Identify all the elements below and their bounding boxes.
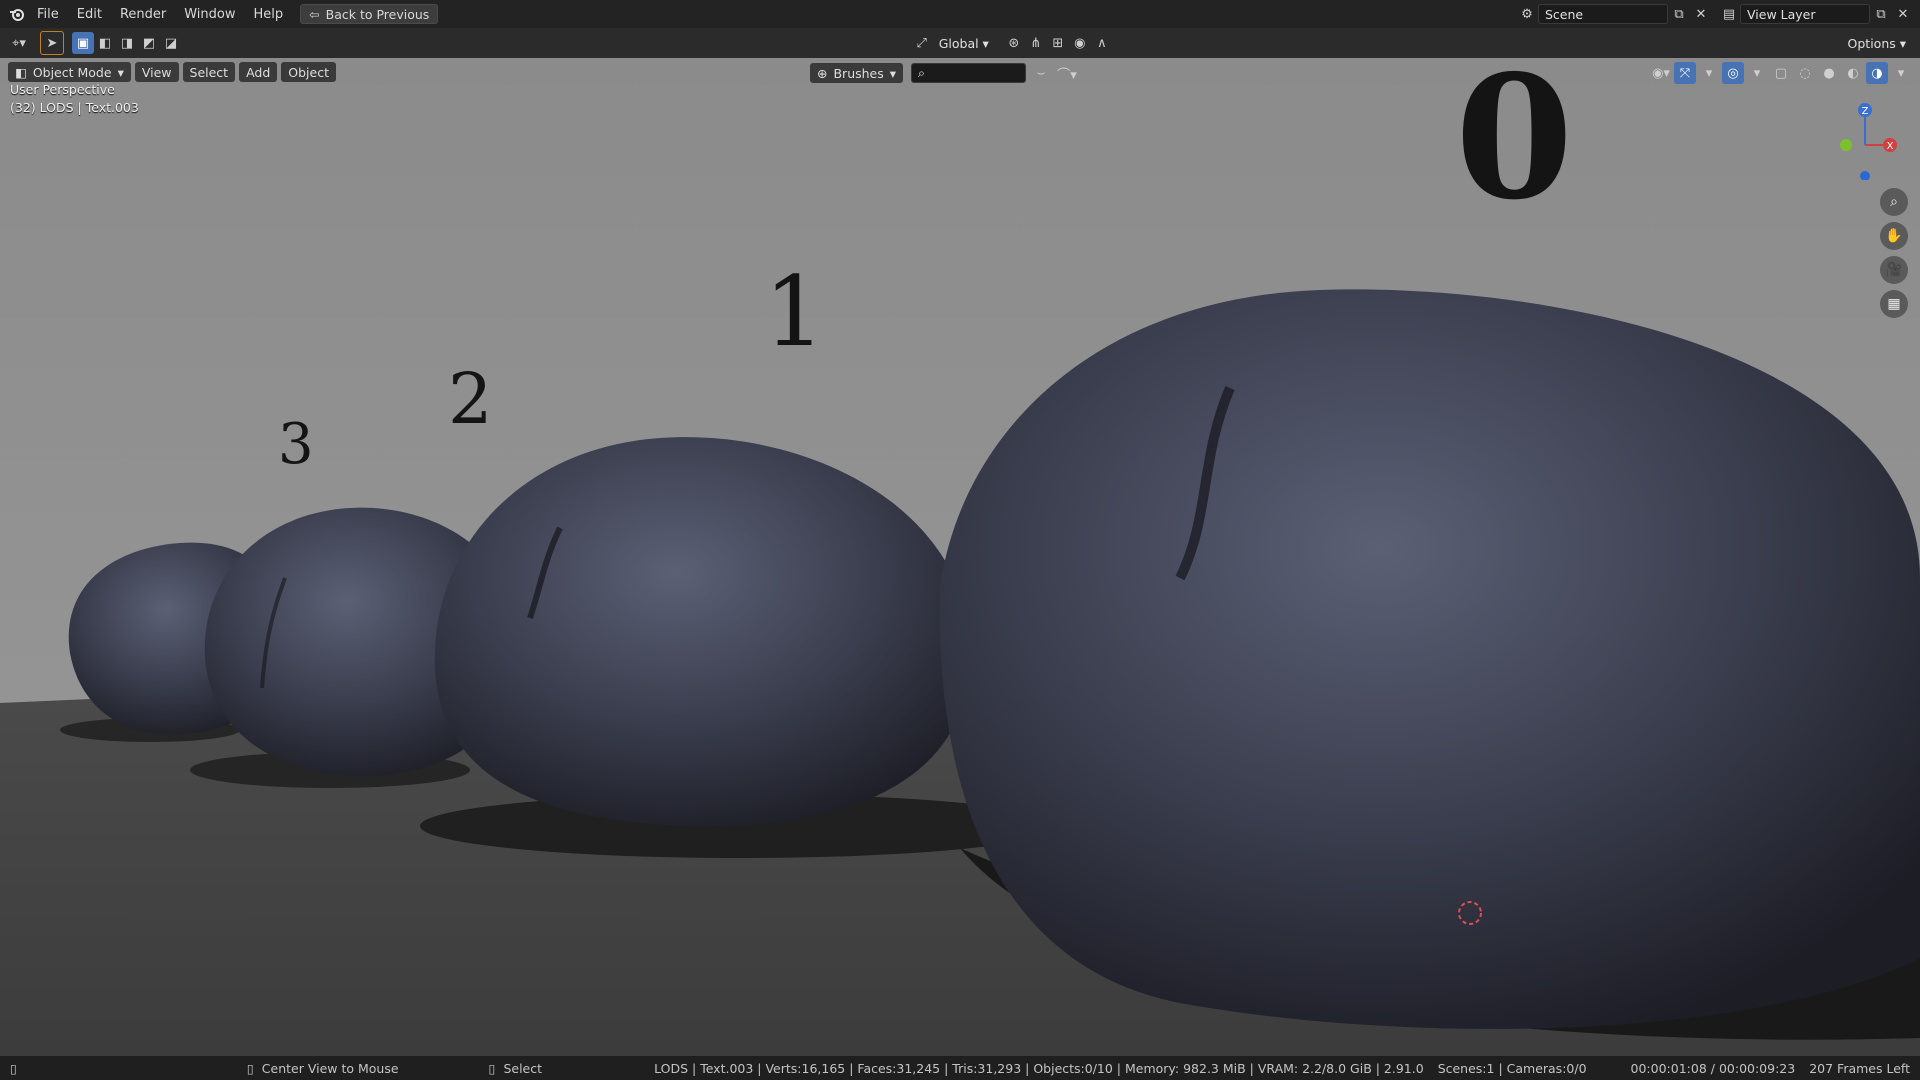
perspective-toggle-icon[interactable]: ▦ <box>1880 290 1908 318</box>
3d-viewport[interactable]: ◧ Object Mode ▾ View Select Add Object ⊕… <box>0 58 1920 1056</box>
mouse-right-icon: ▯ <box>488 1060 496 1076</box>
viewport-header: ◧ Object Mode ▾ View Select Add Object <box>8 62 340 82</box>
select-new-icon[interactable]: ▣ <box>72 32 94 54</box>
center-view-hint: Center View to Mouse <box>261 1060 399 1076</box>
add-menu[interactable]: Add <box>239 62 278 82</box>
scene-render <box>0 58 1920 1056</box>
view-layer-selector-icon[interactable]: ▤ <box>1718 3 1740 25</box>
scene-name: Scene <box>1545 6 1584 22</box>
view-layer-field[interactable]: View Layer <box>1740 4 1870 24</box>
brushes-label: Brushes <box>833 65 884 81</box>
back-to-previous-label: Back to Previous <box>325 6 430 22</box>
menu-window[interactable]: Window <box>175 3 244 26</box>
select-menu[interactable]: Select <box>182 62 236 82</box>
transform-orientation-icon[interactable]: ⤢ <box>911 32 933 54</box>
select-extend-icon[interactable]: ◧ <box>94 32 116 54</box>
editor-type-icon[interactable]: ⌖▾ <box>8 32 30 54</box>
brush-curve-icon[interactable]: ⌣ <box>1030 62 1052 84</box>
perspective-label: User Perspective <box>10 82 115 97</box>
view-layer-name: View Layer <box>1747 6 1816 22</box>
options-dropdown[interactable]: Options ▾ <box>1841 33 1913 53</box>
proportional-edit-icon[interactable]: ◉ <box>1069 32 1091 54</box>
frames-left: 207 Frames Left <box>1809 1060 1910 1076</box>
brush-search-input[interactable]: ⌕ <box>911 63 1027 83</box>
lod-label-3: 3 <box>278 412 314 477</box>
scene-name-field[interactable]: Scene <box>1538 4 1668 24</box>
new-scene-icon[interactable]: ⧉ <box>1668 3 1690 25</box>
falloff-icon[interactable]: ∧ <box>1091 32 1113 54</box>
gizmo-toggle-icon[interactable]: ⤧ <box>1674 62 1696 84</box>
view-menu[interactable]: View <box>134 62 179 82</box>
xray-toggle-icon[interactable]: ▢ <box>1770 62 1792 84</box>
orientation-label: Global <box>938 35 979 51</box>
scene-selector-icon[interactable]: ⚙ <box>1516 3 1538 25</box>
new-view-layer-icon[interactable]: ⧉ <box>1870 3 1892 25</box>
chevron-down-icon: ▾ <box>117 64 124 80</box>
back-to-previous-button[interactable]: ⇦ Back to Previous <box>300 4 439 24</box>
mode-dropdown[interactable]: ◧ Object Mode ▾ <box>8 62 131 82</box>
orientation-dropdown[interactable]: Global ▾ <box>932 33 995 53</box>
pan-hand-icon[interactable]: ✋ <box>1880 222 1908 250</box>
select-invert-icon[interactable]: ◩ <box>138 32 160 54</box>
lod-label-2: 2 <box>448 358 493 440</box>
rendered-shading-icon[interactable]: ◑ <box>1866 62 1888 84</box>
playback-time: 00:00:01:08 / 00:00:09:23 <box>1630 1060 1796 1076</box>
delete-scene-icon[interactable]: ✕ <box>1690 3 1712 25</box>
select-intersect-icon[interactable]: ◪ <box>160 32 182 54</box>
overlays-toggle-icon[interactable]: ◎ <box>1722 62 1744 84</box>
active-object-label: (32) LODS | Text.003 <box>10 100 139 115</box>
mouse-left-icon: ▯ <box>246 1060 254 1076</box>
camera-view-icon[interactable]: 🎥 <box>1880 256 1908 284</box>
object-menu[interactable]: Object <box>281 62 336 82</box>
chevron-down-icon: ▾ <box>889 65 897 81</box>
viewport-shading-header: ◉▾ ⤧ ▾ ◎ ▾ ▢ ◌ ● ◐ ◑ ▾ <box>1650 62 1912 84</box>
visibility-icon[interactable]: ◉▾ <box>1650 62 1672 84</box>
gizmo-x-label: X <box>1887 141 1894 152</box>
tool-settings-row: ⌖▾ ➤ ▣ ◧ ◨ ◩ ◪ ⤢ Global ▾ ⊛ ⋔ ⊞ ◉ ∧ Opti… <box>0 28 1920 58</box>
scenes-cameras-count: Scenes:1 | Cameras:0/0 <box>1437 1060 1587 1076</box>
delete-view-layer-icon[interactable]: ✕ <box>1892 3 1914 25</box>
solid-shading-icon[interactable]: ● <box>1818 62 1840 84</box>
brush-header: ⊕ Brushes ▾ ⌕ ⌣ ⌒▾ <box>810 62 1078 84</box>
blender-logo-icon[interactable] <box>6 3 28 25</box>
options-label: Options <box>1847 35 1896 51</box>
navigation-gizmo[interactable]: Z X <box>1820 90 1910 180</box>
select-subtract-icon[interactable]: ◨ <box>116 32 138 54</box>
select-tool-icon[interactable]: ➤ <box>40 31 64 55</box>
shading-dropdown-icon[interactable]: ▾ <box>1890 62 1912 84</box>
zoom-icon[interactable]: ⌕ <box>1880 188 1908 216</box>
menu-render[interactable]: Render <box>111 3 175 26</box>
mode-label: Object Mode <box>32 64 112 80</box>
overlays-dropdown-icon[interactable]: ▾ <box>1746 62 1768 84</box>
menu-help[interactable]: Help <box>245 3 293 26</box>
brush-options-icon[interactable]: ⌒▾ <box>1056 62 1078 84</box>
gizmo-z-label: Z <box>1862 106 1869 117</box>
wireframe-shading-icon[interactable]: ◌ <box>1794 62 1816 84</box>
globe-icon: ⊕ <box>817 65 828 81</box>
status-bar: ▯ ▯ Center View to Mouse ▯ Select LODS |… <box>0 1056 1920 1080</box>
gizmo-dropdown-icon[interactable]: ▾ <box>1698 62 1720 84</box>
menu-file[interactable]: File <box>28 3 68 26</box>
select-hint: Select <box>503 1060 542 1076</box>
mouse-icon: ▯ <box>10 1060 17 1076</box>
brushes-dropdown[interactable]: ⊕ Brushes ▾ <box>810 63 904 83</box>
material-shading-icon[interactable]: ◐ <box>1842 62 1864 84</box>
lod-label-0: 0 <box>1455 58 1574 238</box>
back-arrow-icon: ⇦ <box>309 6 320 22</box>
scene-statistics: LODS | Text.003 | Verts:16,165 | Faces:3… <box>654 1060 1424 1076</box>
snap-target-icon[interactable]: ⊞ <box>1047 32 1069 54</box>
lod-label-1: 1 <box>764 256 826 368</box>
snap-icon[interactable]: ⋔ <box>1025 32 1047 54</box>
top-menu-bar: File Edit Render Window Help ⇦ Back to P… <box>0 0 1920 28</box>
menu-edit[interactable]: Edit <box>68 3 111 26</box>
object-mode-icon: ◧ <box>15 64 27 80</box>
pivot-point-icon[interactable]: ⊛ <box>1003 32 1025 54</box>
search-icon: ⌕ <box>918 65 926 80</box>
